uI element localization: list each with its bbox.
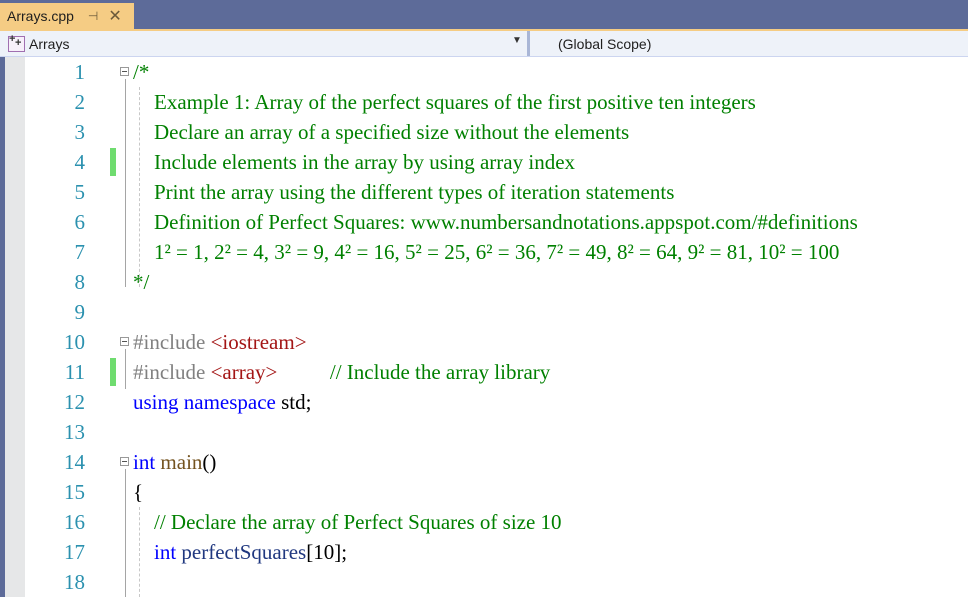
- tab-title: Arrays.cpp: [7, 8, 74, 24]
- code-token: #include: [133, 360, 211, 384]
- fold-guide: [125, 79, 126, 287]
- line-number: 1: [74, 60, 86, 84]
- code-line[interactable]: 1 /*: [5, 57, 968, 87]
- code-token: /*: [133, 60, 150, 84]
- line-number: 10: [64, 330, 85, 354]
- code-token: perfectSquares: [181, 540, 307, 564]
- code-token: #include: [133, 330, 211, 354]
- change-marker: [110, 148, 116, 176]
- code-token: Include elements in the array by using a…: [133, 150, 576, 174]
- fold-guide: [125, 349, 126, 389]
- code-text: Declare an array of a specified size wit…: [133, 117, 629, 147]
- line-number: 18: [64, 570, 85, 594]
- code-token: <array>: [210, 360, 278, 384]
- code-token: 1² = 1, 2² = 4, 3² = 9, 4² = 16, 5² = 25…: [133, 240, 840, 264]
- line-number: 8: [74, 270, 86, 294]
- code-line[interactable]: 12 using namespace std;: [5, 387, 968, 417]
- project-dropdown[interactable]: Arrays ▼: [0, 31, 527, 56]
- code-line[interactable]: 4 Include elements in the array by using…: [5, 147, 968, 177]
- code-text: int main(): [133, 447, 216, 477]
- project-name: Arrays: [29, 35, 70, 52]
- change-marker: [110, 358, 116, 386]
- code-token: Print the array using the different type…: [133, 180, 675, 204]
- dropdown-splitter[interactable]: [527, 31, 530, 56]
- line-number: 7: [74, 240, 86, 264]
- code-token: main: [160, 450, 203, 474]
- scope-dropdown[interactable]: (Global Scope): [558, 31, 651, 56]
- code-token: (): [202, 450, 217, 474]
- collapse-icon[interactable]: [120, 457, 129, 466]
- code-text: Print the array using the different type…: [133, 177, 674, 207]
- code-text: Definition of Perfect Squares: www.numbe…: [133, 207, 858, 237]
- code-token: // Declare the array of Perfect Squares …: [133, 510, 562, 534]
- line-number: 17: [64, 540, 85, 564]
- code-token: */: [133, 270, 150, 294]
- indent-guide: [139, 507, 140, 597]
- code-token: Definition of Perfect Squares: www.numbe…: [133, 210, 858, 234]
- collapse-icon[interactable]: [120, 67, 129, 76]
- indent-guide: [139, 87, 140, 287]
- code-token: [10];: [306, 540, 348, 564]
- code-line[interactable]: 17 int perfectSquares[10];: [5, 537, 968, 567]
- code-text: using namespace std;: [133, 387, 311, 417]
- code-line[interactable]: 15 {: [5, 477, 968, 507]
- code-text: // Declare the array of Perfect Squares …: [133, 507, 562, 537]
- line-number: 11: [64, 360, 85, 384]
- line-number: 15: [64, 480, 85, 504]
- code-token: int: [133, 450, 161, 474]
- code-token: using namespace: [133, 390, 282, 414]
- collapse-icon[interactable]: [120, 337, 129, 346]
- code-line[interactable]: 18: [5, 567, 968, 597]
- line-number: 4: [74, 150, 86, 174]
- scope-name: (Global Scope): [558, 35, 652, 52]
- code-line[interactable]: 7 1² = 1, 2² = 4, 3² = 9, 4² = 16, 5² = …: [5, 237, 968, 267]
- code-token: {: [133, 480, 144, 504]
- code-text: /*: [133, 57, 149, 87]
- code-text: */: [133, 267, 149, 297]
- code-line[interactable]: 11 #include <array> // Include the array …: [5, 357, 968, 387]
- code-text: 1² = 1, 2² = 4, 3² = 9, 4² = 16, 5² = 25…: [133, 237, 839, 267]
- code-line[interactable]: 5 Print the array using the different ty…: [5, 177, 968, 207]
- line-number: 12: [64, 390, 85, 414]
- tab-arrays-cpp[interactable]: Arrays.cpp ⊣ ✕: [0, 3, 134, 29]
- line-number: 2: [74, 90, 86, 114]
- line-number: 3: [74, 120, 86, 144]
- cpp-project-icon: [8, 33, 25, 52]
- chevron-down-icon[interactable]: ▼: [512, 35, 522, 46]
- document-tab-strip: Arrays.cpp ⊣ ✕: [0, 0, 968, 29]
- code-line[interactable]: 14 int main(): [5, 447, 968, 477]
- code-token: int: [133, 540, 182, 564]
- code-line[interactable]: 16 // Declare the array of Perfect Squar…: [5, 507, 968, 537]
- code-line[interactable]: 6 Definition of Perfect Squares: www.num…: [5, 207, 968, 237]
- line-number: 14: [64, 450, 85, 474]
- line-number: 13: [64, 420, 85, 444]
- code-token: <iostream>: [210, 330, 307, 354]
- line-number: 5: [74, 180, 86, 204]
- line-number: 6: [74, 210, 86, 234]
- code-text: #include <array> // Include the array li…: [133, 357, 550, 387]
- code-text: int perfectSquares[10];: [133, 537, 347, 567]
- line-number: 16: [64, 510, 85, 534]
- navigation-bar: Arrays ▼ (Global Scope): [0, 29, 968, 57]
- code-editor[interactable]: 1 /* 2 Example 1: Array of the perfect squ…: [5, 57, 968, 597]
- code-line[interactable]: 10 #include <iostream>: [5, 327, 968, 357]
- code-token: Declare an array of a specified size wit…: [133, 120, 630, 144]
- pin-icon[interactable]: ⊣: [88, 9, 98, 23]
- code-line[interactable]: 2 Example 1: Array of the perfect square…: [5, 87, 968, 117]
- code-line[interactable]: 8 */: [5, 267, 968, 297]
- line-number: 9: [74, 300, 86, 324]
- fold-guide: [125, 469, 126, 597]
- code-line[interactable]: 9: [5, 297, 968, 327]
- code-text: Example 1: Array of the perfect squares …: [133, 87, 756, 117]
- code-token: std;: [281, 390, 312, 414]
- code-text: Include elements in the array by using a…: [133, 147, 575, 177]
- code-token: Example 1: Array of the perfect squares …: [133, 90, 756, 114]
- code-text: #include <iostream>: [133, 327, 307, 357]
- code-line[interactable]: 13: [5, 417, 968, 447]
- close-icon[interactable]: ✕: [108, 6, 121, 26]
- code-token: // Include the array library: [277, 360, 551, 384]
- code-line[interactable]: 3 Declare an array of a specified size w…: [5, 117, 968, 147]
- code-text: {: [133, 477, 143, 507]
